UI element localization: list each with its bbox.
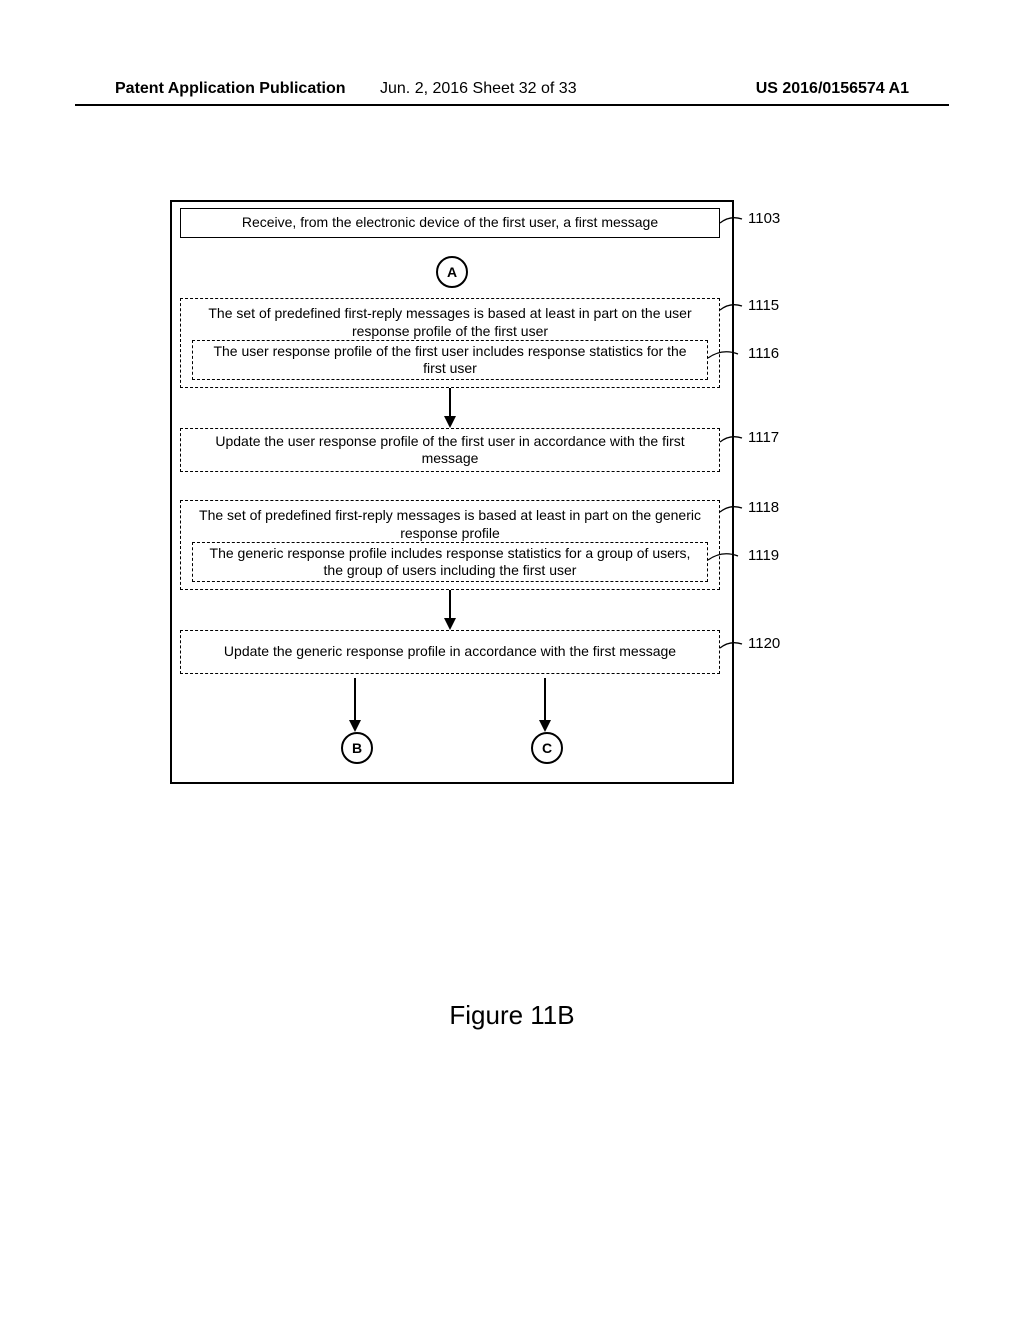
ref-1120: 1120 bbox=[748, 635, 780, 652]
ref-1119: 1119 bbox=[748, 547, 779, 564]
header-middle: Jun. 2, 2016 Sheet 32 of 33 bbox=[380, 80, 577, 98]
page: Patent Application Publication Jun. 2, 2… bbox=[0, 0, 1024, 1320]
ref-1117: 1117 bbox=[748, 429, 779, 446]
connector-b: B bbox=[341, 732, 373, 764]
step-1103: Receive, from the electronic device of t… bbox=[180, 208, 720, 238]
branch-line bbox=[349, 678, 551, 694]
figure-caption: Figure 11B bbox=[0, 1000, 1024, 1031]
step-1120: Update the generic response profile in a… bbox=[180, 630, 720, 674]
ref-1103: 1103 bbox=[748, 210, 780, 227]
arrow-to-b bbox=[349, 692, 361, 732]
step-1116: The user response profile of the first u… bbox=[192, 340, 708, 380]
header-rule bbox=[75, 104, 949, 106]
arrow-to-c bbox=[539, 692, 551, 732]
page-header: Patent Application Publication Jun. 2, 2… bbox=[0, 80, 1024, 104]
step-1117: Update the user response profile of the … bbox=[180, 428, 720, 472]
ref-1118: 1118 bbox=[748, 499, 779, 516]
arrow-1118-1120 bbox=[444, 590, 456, 630]
ref-1116: 1116 bbox=[748, 345, 779, 362]
ref-1115: 1115 bbox=[748, 297, 779, 314]
header-right: US 2016/0156574 A1 bbox=[756, 80, 909, 98]
connector-a: A bbox=[436, 256, 468, 288]
connector-c: C bbox=[531, 732, 563, 764]
header-left: Patent Application Publication bbox=[115, 80, 346, 98]
step-1119: The generic response profile includes re… bbox=[192, 542, 708, 582]
arrow-1115-1117 bbox=[444, 388, 456, 428]
